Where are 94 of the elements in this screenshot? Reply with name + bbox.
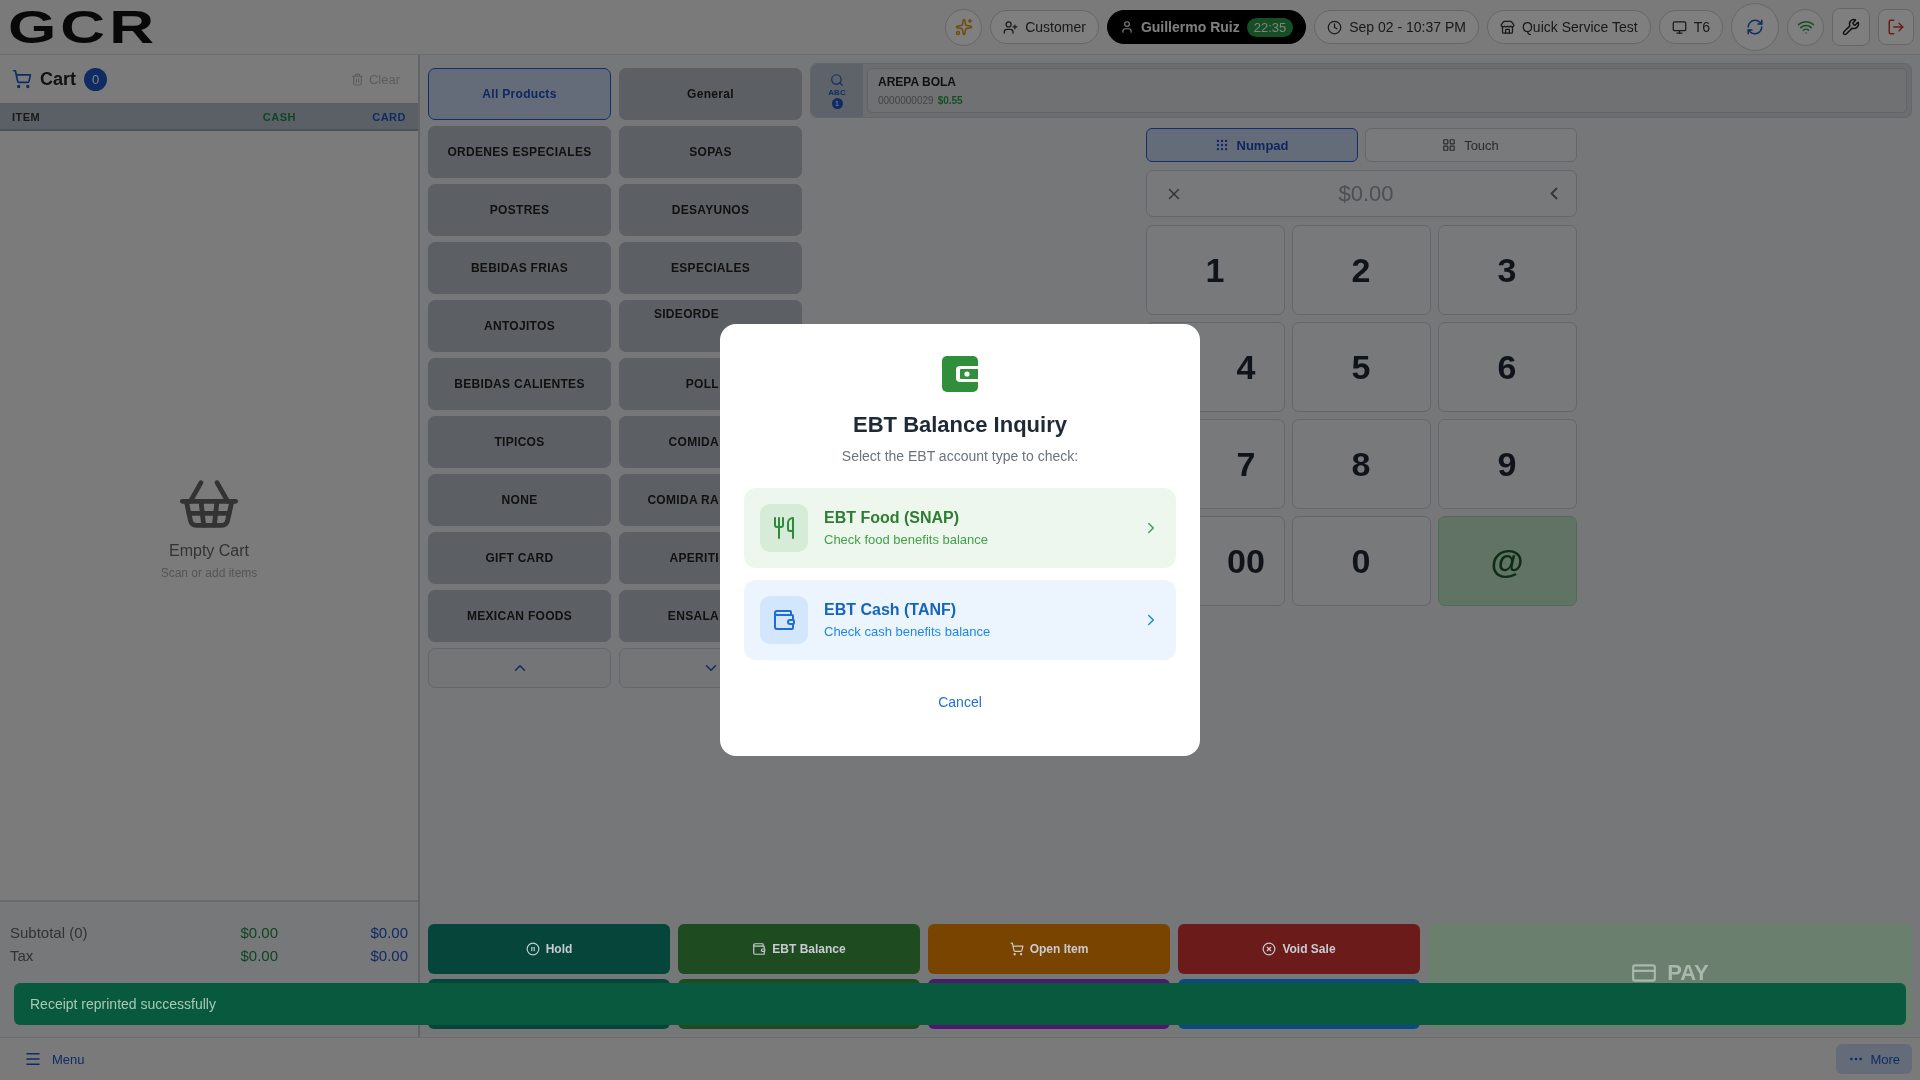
category-button[interactable]: General [619,68,802,120]
mode-tab[interactable]: Numpad [1145,128,1358,162]
grid-icon [1442,138,1457,152]
account-option[interactable]: EBT Food (SNAP) Check food benefits balance [744,488,1176,568]
category-button[interactable]: ANTOJITOS [428,300,611,352]
search-icon [830,72,844,87]
clock-icon [1327,19,1343,35]
cart-icon [12,69,32,89]
numpad-key[interactable]: 9 [1437,419,1577,509]
date-time-chip[interactable]: Sep 02 - 10:37 PM [1314,10,1479,44]
category-button[interactable]: MEXICAN FOODS [428,590,611,642]
numpad-key[interactable]: 5 [1291,322,1431,412]
category-button[interactable]: GIFT CARD [428,532,611,584]
category-button[interactable]: DESAYUNOS [619,184,802,236]
action-button[interactable]: EBT Balance [678,924,920,974]
numpad-key[interactable]: 3 [1437,225,1577,315]
category-button[interactable]: SOPAS [619,126,802,178]
sync-icon [1746,18,1764,36]
option-hint: Check cash benefits balance [824,624,992,639]
category-button[interactable]: ORDENES ESPECIALES [428,126,611,178]
fork-knife-icon [772,516,796,540]
column-heading: CARD [371,111,406,123]
dialog-title: EBT Balance Inquiry [853,412,1067,438]
option-title: EBT Food (SNAP) [824,509,961,527]
search-count-badge: 1 [831,97,843,109]
product-price: $0.55 [937,94,963,106]
logout-icon [1887,18,1905,36]
cart-count-badge: 0 [84,67,107,91]
category-button[interactable]: BEBIDAS FRIAS [428,242,611,294]
receipt-toast: Receipt reprinted successfully [14,983,1906,1025]
category-button[interactable]: NONE [428,474,611,526]
option-hint: Check food benefits balance [824,532,990,547]
user-chip[interactable]: Guillermo Ruiz 22:35 [1106,10,1307,44]
empty-cart-title: Empty Cart [169,541,249,560]
tools-button[interactable] [1832,8,1870,46]
sparkle-icon [954,18,973,36]
search-mode-button[interactable]: ABC 1 [811,64,863,117]
wallet-icon [752,942,767,956]
numpad-key[interactable]: @ [1437,516,1577,606]
cash-amount: $0.00 [239,924,278,941]
numpad-key[interactable]: 6 [1437,322,1577,412]
cart-icon [1009,942,1024,956]
action-button[interactable]: Void Sale [1178,924,1420,974]
account-option[interactable]: EBT Cash (TANF) Check cash benefits balance [744,580,1176,660]
logo: GCR [8,4,159,50]
backspace-icon [1549,187,1558,200]
monitor-icon [1671,19,1687,35]
store-chip[interactable]: Quick Service Test [1487,10,1651,44]
customer-button[interactable]: Customer [990,10,1099,44]
terminal-chip[interactable]: T6 [1658,10,1723,44]
card-amount: $0.00 [369,924,408,941]
search-mode-label: ABC [828,87,846,97]
wrench-icon [1842,18,1860,36]
column-heading: CASH [261,111,296,123]
action-button[interactable]: Open Item [928,924,1170,974]
sync-button[interactable] [1731,3,1779,51]
wallet-icon [940,354,980,394]
category-button[interactable]: BEBIDAS CALIENTES [428,358,611,410]
option-title: EBT Cash (TANF) [824,601,958,619]
store-icon [1500,19,1515,35]
numpad-key[interactable]: 2 [1291,225,1431,315]
category-button[interactable]: POSTRES [428,184,611,236]
total-label: Subtotal (0) [10,924,89,941]
cancel-button[interactable]: Cancel [928,690,992,714]
product-name: AREPA BOLA [878,74,956,89]
total-label: Tax [10,947,35,964]
numpad-key[interactable]: 8 [1291,419,1431,509]
wifi-button[interactable] [1787,8,1824,46]
cart-title: Cart [40,68,76,90]
menu-icon [24,1050,42,1068]
person-add-icon [1003,19,1019,35]
category-button[interactable]: TIPICOS [428,416,611,468]
pause-icon [525,942,540,956]
numpad-key[interactable]: 1 [1145,225,1285,315]
action-button[interactable]: Hold [428,924,670,974]
mode-tab[interactable]: Touch [1364,128,1577,162]
cash-amount: $0.00 [239,947,278,964]
sparkle-button[interactable] [945,8,983,46]
column-heading: ITEM [12,111,42,123]
dots-grid-icon [1214,138,1229,152]
wifi-icon [1796,18,1815,36]
more-button[interactable]: More [1836,1044,1912,1074]
category-button[interactable]: ESPECIALES [619,242,802,294]
wallet-icon [772,608,796,632]
person-icon [1119,20,1134,34]
numpad-key[interactable]: 0 [1291,516,1431,606]
menu-button[interactable]: Menu [18,1049,91,1069]
cancel-icon [1262,942,1277,956]
dialog-subtitle: Select the EBT account type to check: [841,448,1079,464]
time-badge: 22:35 [1246,17,1294,37]
logout-button[interactable] [1878,9,1914,45]
trash-icon [350,72,364,86]
category-button[interactable]: All Products [428,68,611,120]
card-amount: $0.00 [369,947,408,964]
